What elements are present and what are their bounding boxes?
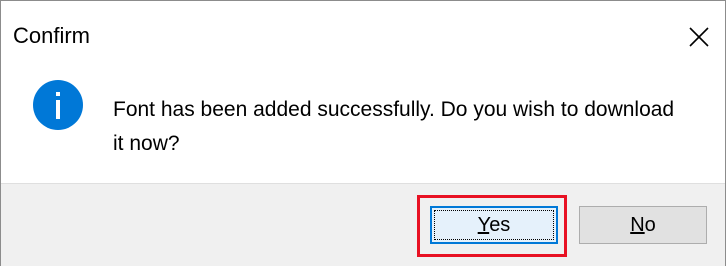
- dialog-title: Confirm: [13, 23, 91, 48]
- yes-button[interactable]: Yes: [430, 206, 558, 244]
- info-icon: [33, 80, 83, 130]
- close-button[interactable]: [676, 15, 722, 59]
- dialog-content: Font has been added successfully. Do you…: [1, 79, 725, 183]
- focus-ring: [434, 210, 554, 240]
- no-label-rest: o: [644, 213, 656, 236]
- dialog-message: Font has been added successfully. Do you…: [113, 98, 675, 155]
- button-bar: Yes No: [1, 183, 725, 266]
- close-icon: [689, 27, 709, 47]
- title-bar: Confirm: [1, 1, 725, 79]
- confirm-dialog: Confirm Font has been added successfully…: [0, 0, 726, 266]
- no-button-label: No: [630, 214, 656, 237]
- no-mnemonic: N: [630, 213, 645, 236]
- no-button[interactable]: No: [579, 206, 707, 244]
